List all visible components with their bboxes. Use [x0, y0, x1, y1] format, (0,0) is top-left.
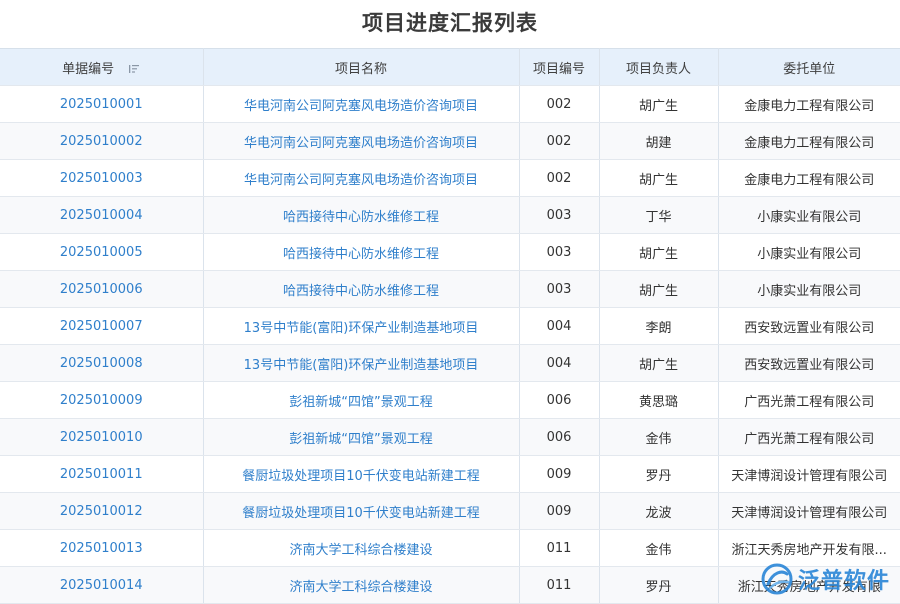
cell-client-unit: 广西光萧工程有限公司	[718, 418, 900, 456]
cell-project-name[interactable]: 华电河南公司阿克塞风电场造价咨询项目	[203, 159, 520, 197]
table-row[interactable]: 2025010004 哈西接待中心防水维修工程 003 丁华 小康实业有限公司	[0, 196, 900, 234]
cell-document-id[interactable]: 2025010005	[0, 233, 204, 271]
table-row[interactable]: 2025010011 餐厨垃圾处理项目10千伏变电站新建工程 009 罗丹 天津博润设计…	[0, 455, 900, 493]
cell-client-unit: 金康电力工程有限公司	[718, 122, 900, 160]
cell-project-code: 002	[519, 159, 600, 197]
cell-project-code: 006	[519, 418, 600, 456]
cell-project-owner: 胡广生	[599, 85, 719, 123]
column-header-id-label: 单据编号	[62, 61, 115, 77]
cell-project-owner: 龙波	[599, 492, 719, 530]
page-title: 项目进度汇报列表	[362, 11, 538, 35]
column-header-code[interactable]: 项目编号	[519, 48, 600, 86]
cell-project-code: 011	[519, 566, 600, 604]
cell-project-name[interactable]: 13号中节能(富阳)环保产业制造基地项目	[203, 344, 520, 382]
progress-report-table: 单据编号 项目名称 项目编号 项目负责人 委托单位 2025010001 华电河南…	[0, 48, 900, 604]
cell-project-name[interactable]: 彭祖新城“四馆”景观工程	[203, 418, 520, 456]
cell-project-code: 003	[519, 270, 600, 308]
table-row[interactable]: 2025010010 彭祖新城“四馆”景观工程 006 金伟 广西光萧工程有限公司	[0, 418, 900, 456]
table-row[interactable]: 2025010001 华电河南公司阿克塞风电场造价咨询项目 002 胡广生 金康电力工程…	[0, 85, 900, 123]
cell-project-name[interactable]: 餐厨垃圾处理项目10千伏变电站新建工程	[203, 455, 520, 493]
cell-document-id[interactable]: 2025010003	[0, 159, 204, 197]
table-row[interactable]: 2025010007 13号中节能(富阳)环保产业制造基地项目 004 李朗 西安致远置…	[0, 307, 900, 345]
cell-project-name[interactable]: 彭祖新城“四馆”景观工程	[203, 381, 520, 419]
cell-project-owner: 李朗	[599, 307, 719, 345]
cell-project-owner: 胡广生	[599, 270, 719, 308]
cell-client-unit: 浙江天秀房地产开发有限...	[718, 529, 900, 567]
table-row[interactable]: 2025010009 彭祖新城“四馆”景观工程 006 黄思璐 广西光萧工程有限公司	[0, 381, 900, 419]
cell-client-unit: 西安致远置业有限公司	[718, 344, 900, 382]
cell-document-id[interactable]: 2025010007	[0, 307, 204, 345]
cell-project-owner: 丁华	[599, 196, 719, 234]
cell-project-code: 011	[519, 529, 600, 567]
cell-project-owner: 黄思璐	[599, 381, 719, 419]
column-header-name[interactable]: 项目名称	[203, 48, 520, 86]
cell-project-code: 009	[519, 455, 600, 493]
table-row[interactable]: 2025010008 13号中节能(富阳)环保产业制造基地项目 004 胡广生 西安致远…	[0, 344, 900, 382]
cell-document-id[interactable]: 2025010013	[0, 529, 204, 567]
cell-client-unit: 小康实业有限公司	[718, 233, 900, 271]
cell-project-owner: 罗丹	[599, 566, 719, 604]
fanpu-logo-icon	[761, 563, 793, 595]
table-row[interactable]: 2025010002 华电河南公司阿克塞风电场造价咨询项目 002 胡建 金康电力工程有…	[0, 122, 900, 160]
cell-document-id[interactable]: 2025010008	[0, 344, 204, 382]
cell-project-owner: 胡建	[599, 122, 719, 160]
cell-client-unit: 广西光萧工程有限公司	[718, 381, 900, 419]
table-row[interactable]: 2025010005 哈西接待中心防水维修工程 003 胡广生 小康实业有限公司	[0, 233, 900, 271]
sort-list-icon[interactable]	[128, 63, 140, 75]
cell-project-owner: 胡广生	[599, 233, 719, 271]
table-row[interactable]: 2025010006 哈西接待中心防水维修工程 003 胡广生 小康实业有限公司	[0, 270, 900, 308]
cell-project-name[interactable]: 华电河南公司阿克塞风电场造价咨询项目	[203, 122, 520, 160]
cell-project-code: 004	[519, 307, 600, 345]
cell-project-name[interactable]: 哈西接待中心防水维修工程	[203, 233, 520, 271]
cell-project-name[interactable]: 哈西接待中心防水维修工程	[203, 270, 520, 308]
cell-project-code: 006	[519, 381, 600, 419]
cell-project-code: 002	[519, 85, 600, 123]
column-header-id[interactable]: 单据编号	[0, 48, 204, 86]
cell-client-unit: 天津博润设计管理有限公司	[718, 455, 900, 493]
cell-project-owner: 金伟	[599, 529, 719, 567]
cell-project-owner: 胡广生	[599, 159, 719, 197]
cell-project-owner: 金伟	[599, 418, 719, 456]
cell-document-id[interactable]: 2025010001	[0, 85, 204, 123]
watermark-text: 泛普软件	[797, 569, 890, 594]
table-header-row: 单据编号 项目名称 项目编号 项目负责人 委托单位	[0, 48, 900, 86]
cell-client-unit: 小康实业有限公司	[718, 270, 900, 308]
table-row[interactable]: 2025010003 华电河南公司阿克塞风电场造价咨询项目 002 胡广生 金康电力工程…	[0, 159, 900, 197]
cell-project-name[interactable]: 济南大学工科综合楼建设	[203, 566, 520, 604]
cell-project-code: 004	[519, 344, 600, 382]
cell-project-name[interactable]: 华电河南公司阿克塞风电场造价咨询项目	[203, 85, 520, 123]
column-header-owner[interactable]: 项目负责人	[599, 48, 719, 86]
table-row[interactable]: 2025010013 济南大学工科综合楼建设 011 金伟 浙江天秀房地产开发有限...	[0, 529, 900, 567]
cell-client-unit: 天津博润设计管理有限公司	[718, 492, 900, 530]
cell-client-unit: 金康电力工程有限公司	[718, 159, 900, 197]
cell-project-name[interactable]: 哈西接待中心防水维修工程	[203, 196, 520, 234]
cell-client-unit: 金康电力工程有限公司	[718, 85, 900, 123]
cell-document-id[interactable]: 2025010009	[0, 381, 204, 419]
column-header-client[interactable]: 委托单位	[718, 48, 900, 86]
cell-project-name[interactable]: 餐厨垃圾处理项目10千伏变电站新建工程	[203, 492, 520, 530]
cell-project-code: 002	[519, 122, 600, 160]
cell-document-id[interactable]: 2025010004	[0, 196, 204, 234]
cell-document-id[interactable]: 2025010002	[0, 122, 204, 160]
cell-document-id[interactable]: 2025010012	[0, 492, 204, 530]
cell-project-code: 003	[519, 233, 600, 271]
table-row[interactable]: 2025010012 餐厨垃圾处理项目10千伏变电站新建工程 009 龙波 天津博润设计…	[0, 492, 900, 530]
cell-project-name[interactable]: 13号中节能(富阳)环保产业制造基地项目	[203, 307, 520, 345]
cell-document-id[interactable]: 2025010014	[0, 566, 204, 604]
cell-document-id[interactable]: 2025010011	[0, 455, 204, 493]
cell-project-owner: 胡广生	[599, 344, 719, 382]
cell-project-name[interactable]: 济南大学工科综合楼建设	[203, 529, 520, 567]
cell-project-code: 003	[519, 196, 600, 234]
cell-client-unit: 小康实业有限公司	[718, 196, 900, 234]
cell-document-id[interactable]: 2025010010	[0, 418, 204, 456]
table-body: 2025010001 华电河南公司阿克塞风电场造价咨询项目 002 胡广生 金康电力工程…	[0, 85, 900, 604]
cell-document-id[interactable]: 2025010006	[0, 270, 204, 308]
cell-project-owner: 罗丹	[599, 455, 719, 493]
cell-client-unit: 西安致远置业有限公司	[718, 307, 900, 345]
watermark: 泛普软件	[760, 562, 890, 596]
cell-project-code: 009	[519, 492, 600, 530]
